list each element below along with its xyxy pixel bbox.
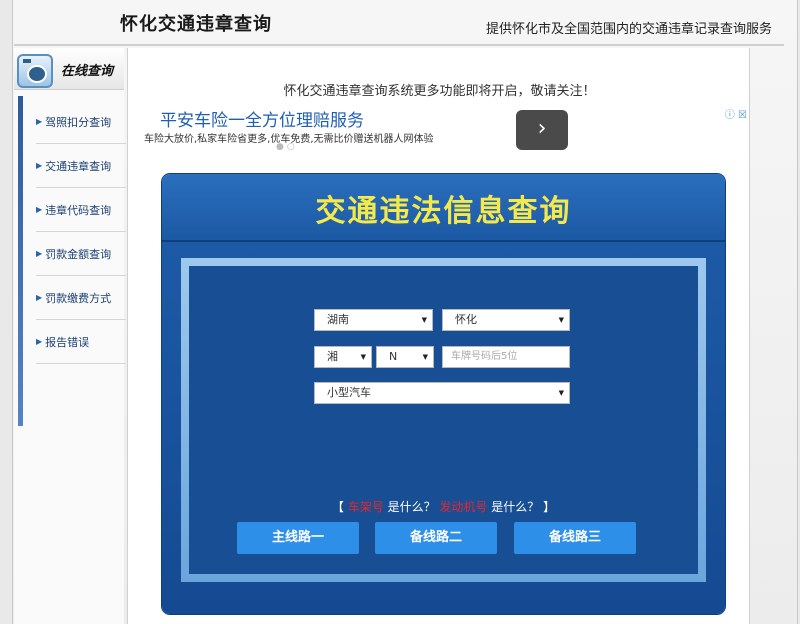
sidebar-item-label: 罚款缴费方式 <box>45 291 112 305</box>
notice-text: 怀化交通违章查询系统更多功能即将开启，敬请关注！ <box>283 84 596 99</box>
sidebar-accent-bar <box>18 96 23 426</box>
sidebar-item-label: 罚款金额查询 <box>45 247 112 261</box>
sidebar-nav: ▶ 驾照扣分查询 ▶ 交通违章查询 ▶ 违章代码查询 ▶ 罚款金额查询 ▶ 罚款… <box>36 100 126 364</box>
arrow-right-icon: ▶ <box>36 161 43 170</box>
site-tagline: 提供怀化市及全国范围内的交通违章记录查询服务 <box>485 22 772 37</box>
arrow-right-icon: ▶ <box>36 293 43 302</box>
city-select[interactable]: 怀化 <box>442 309 570 331</box>
camera-icon <box>17 54 53 88</box>
sidebar-item-label: 驾照扣分查询 <box>45 115 112 129</box>
sidebar-item-violation-query[interactable]: ▶ 交通违章查询 <box>36 144 126 188</box>
sidebar-item-report-error[interactable]: ▶ 报告错误 <box>36 320 126 364</box>
plate-letter-select[interactable]: N <box>376 346 434 368</box>
site-title: 怀化交通违章查询 <box>120 14 272 35</box>
sidebar-item-label: 报告错误 <box>45 335 90 349</box>
help-bracket-close: 】 <box>543 500 556 514</box>
help-text-1: 是什么？ <box>387 500 436 514</box>
sidebar-item-license-points[interactable]: ▶ 驾照扣分查询 <box>36 100 126 144</box>
backup-route-3-button[interactable]: 备线路三 <box>514 522 636 554</box>
sidebar-item-violation-code[interactable]: ▶ 违章代码查询 <box>36 188 126 232</box>
vehicle-type-select[interactable]: 小型汽车 <box>314 382 570 404</box>
main-route-button[interactable]: 主线路一 <box>237 522 359 554</box>
query-panel: 交通违法信息查询 湖南 怀化 湘 N 车牌号码后5位 小型汽车 【 车架号 是什… <box>162 174 725 614</box>
help-bracket-open: 【 <box>331 500 344 514</box>
arrow-right-icon: ▶ <box>36 117 43 126</box>
frame-number-link[interactable]: 车架号 <box>348 500 384 514</box>
province-select[interactable]: 湖南 <box>314 309 433 331</box>
ad-title[interactable]: 平安车险一全方位理赔服务 <box>160 106 364 131</box>
header-divider <box>14 44 784 46</box>
sidebar-header: 在线查询 <box>14 48 124 90</box>
arrow-right-icon: ▶ <box>36 337 43 346</box>
help-text-2: 是什么？ <box>491 500 540 514</box>
form-frame: 湖南 怀化 湘 N 车牌号码后5位 小型汽车 【 车架号 是什么？ 发动机号 是… <box>181 258 706 582</box>
ad-carousel-dots[interactable]: ●○ <box>276 142 298 152</box>
backup-route-2-button[interactable]: 备线路二 <box>375 522 497 554</box>
ad-info-icon[interactable]: ⓘ ☒ <box>725 106 747 121</box>
panel-divider <box>162 240 725 242</box>
ad-go-button[interactable]: › <box>516 110 568 150</box>
arrow-right-icon: ▶ <box>36 249 43 258</box>
sidebar-item-fine-amount[interactable]: ▶ 罚款金额查询 <box>36 232 126 276</box>
sidebar: 在线查询 ▶ 驾照扣分查询 ▶ 交通违章查询 ▶ 违章代码查询 ▶ 罚款金额查询… <box>14 48 126 624</box>
plate-number-input[interactable]: 车牌号码后5位 <box>442 346 570 368</box>
sidebar-item-label: 违章代码查询 <box>45 203 112 217</box>
main-content: 怀化交通违章查询系统更多功能即将开启，敬请关注！ 平安车险一全方位理赔服务 车险… <box>127 48 750 624</box>
panel-title: 交通违法信息查询 <box>315 194 572 229</box>
form-area: 湖南 怀化 湘 N 车牌号码后5位 小型汽车 【 车架号 是什么？ 发动机号 是… <box>189 266 698 574</box>
ad-banner[interactable]: 平安车险一全方位理赔服务 车险大放价,私家车险省更多,优车免费,无需比价赠送机器… <box>138 104 749 154</box>
sidebar-title: 在线查询 <box>61 64 114 79</box>
sidebar-item-label: 交通违章查询 <box>45 159 112 173</box>
engine-number-link[interactable]: 发动机号 <box>439 500 487 514</box>
help-links: 【 车架号 是什么？ 发动机号 是什么？ 】 <box>189 498 698 515</box>
arrow-right-icon: ▶ <box>36 205 43 214</box>
sidebar-item-payment-method[interactable]: ▶ 罚款缴费方式 <box>36 276 126 320</box>
plate-prefix-select[interactable]: 湘 <box>314 346 372 368</box>
